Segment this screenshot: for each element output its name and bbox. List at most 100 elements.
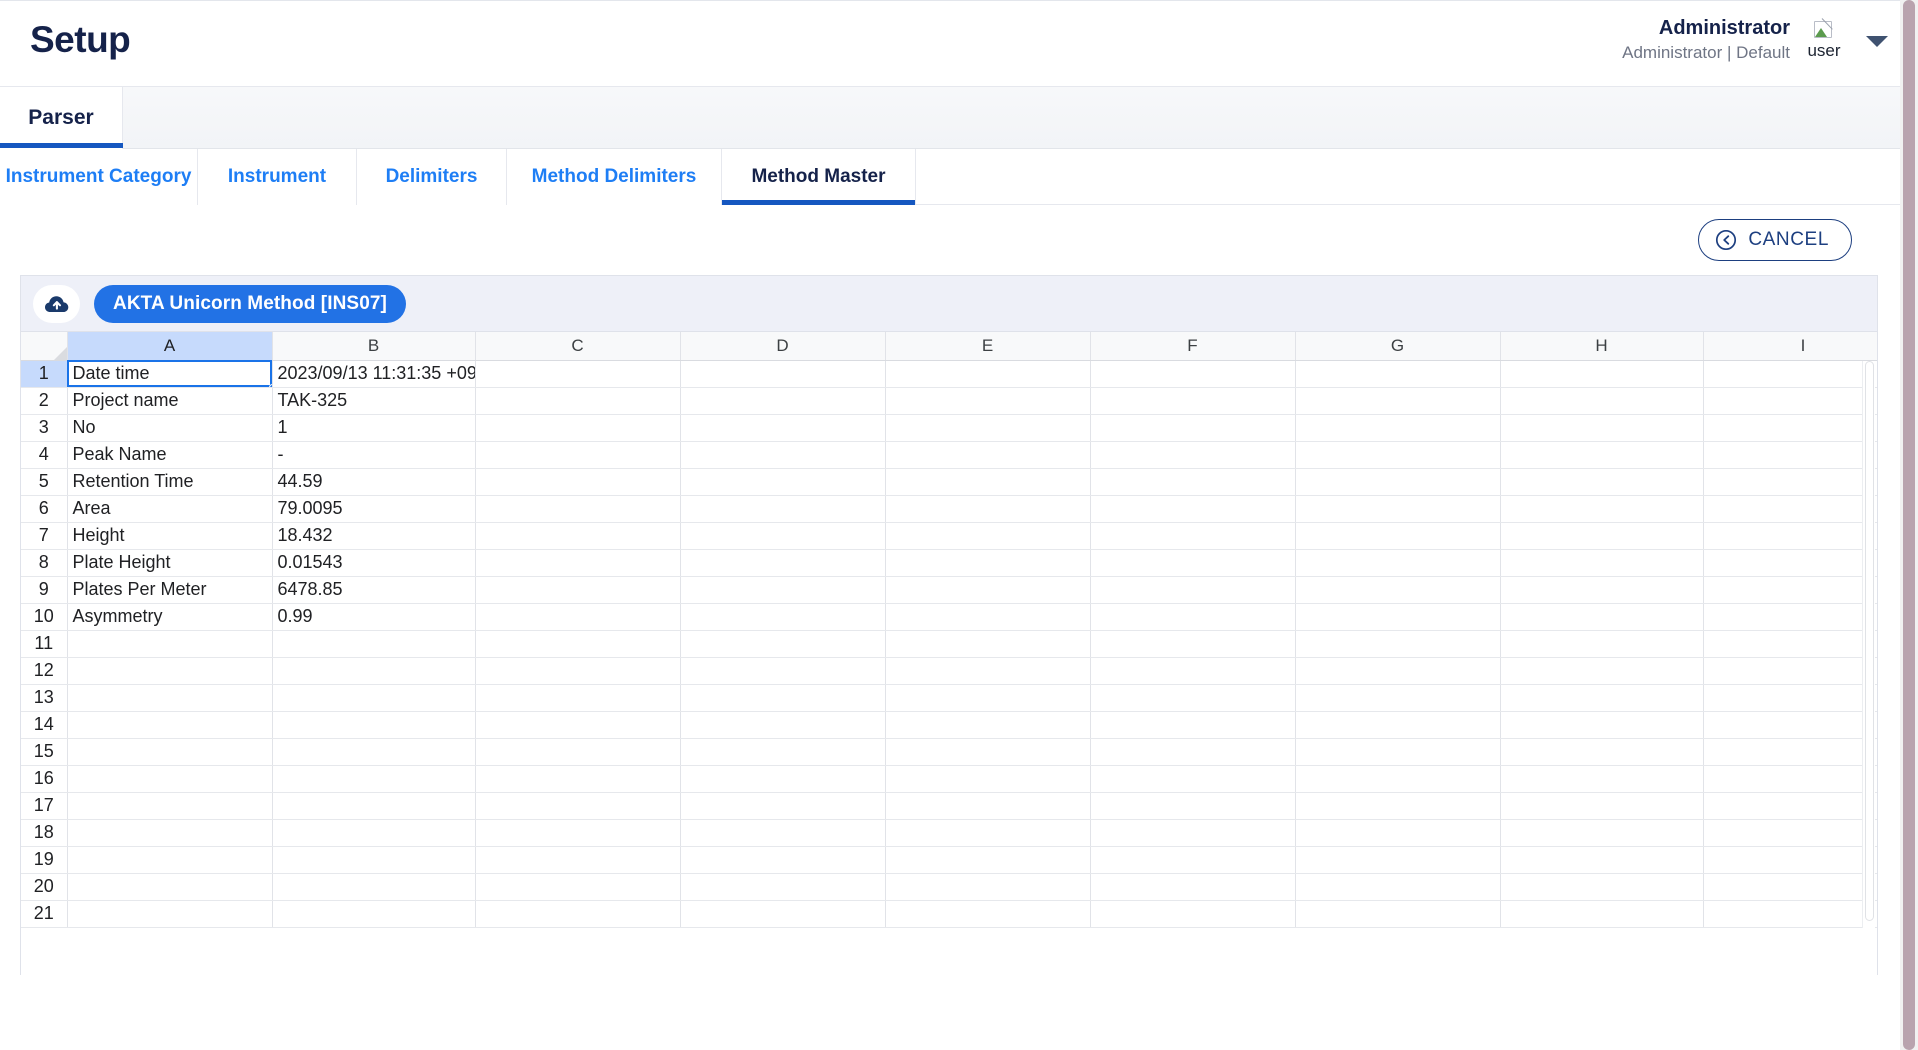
cell-H4[interactable] bbox=[1500, 441, 1704, 469]
row-header-20[interactable]: 20 bbox=[21, 873, 68, 901]
cell-E21[interactable] bbox=[885, 900, 1091, 928]
cell-A20[interactable] bbox=[67, 873, 273, 901]
select-all-corner[interactable] bbox=[21, 332, 68, 361]
cell-G1[interactable] bbox=[1295, 360, 1501, 388]
cell-G11[interactable] bbox=[1295, 630, 1501, 658]
cell-E5[interactable] bbox=[885, 468, 1091, 496]
cell-B15[interactable] bbox=[272, 738, 476, 766]
cell-B8[interactable]: 0.01543 bbox=[272, 549, 476, 577]
cell-G3[interactable] bbox=[1295, 414, 1501, 442]
cell-B10[interactable]: 0.99 bbox=[272, 603, 476, 631]
cell-C14[interactable] bbox=[475, 711, 681, 739]
cell-B11[interactable] bbox=[272, 630, 476, 658]
cell-C9[interactable] bbox=[475, 576, 681, 604]
cell-C17[interactable] bbox=[475, 792, 681, 820]
cell-D19[interactable] bbox=[680, 846, 886, 874]
cell-C16[interactable] bbox=[475, 765, 681, 793]
cell-A21[interactable] bbox=[67, 900, 273, 928]
cell-E20[interactable] bbox=[885, 873, 1091, 901]
cell-D15[interactable] bbox=[680, 738, 886, 766]
cell-H2[interactable] bbox=[1500, 387, 1704, 415]
cell-H3[interactable] bbox=[1500, 414, 1704, 442]
cell-A10[interactable]: Asymmetry bbox=[67, 603, 273, 631]
cell-G7[interactable] bbox=[1295, 522, 1501, 550]
cell-A17[interactable] bbox=[67, 792, 273, 820]
row-header-21[interactable]: 21 bbox=[21, 900, 68, 928]
fill-handle[interactable] bbox=[268, 383, 271, 386]
column-header-i[interactable]: I bbox=[1703, 332, 1877, 361]
cell-E1[interactable] bbox=[885, 360, 1091, 388]
cell-C5[interactable] bbox=[475, 468, 681, 496]
row-header-19[interactable]: 19 bbox=[21, 846, 68, 874]
cell-F11[interactable] bbox=[1090, 630, 1296, 658]
cell-C21[interactable] bbox=[475, 900, 681, 928]
cell-H8[interactable] bbox=[1500, 549, 1704, 577]
cell-E14[interactable] bbox=[885, 711, 1091, 739]
cell-H1[interactable] bbox=[1500, 360, 1704, 388]
cell-C15[interactable] bbox=[475, 738, 681, 766]
cell-E2[interactable] bbox=[885, 387, 1091, 415]
cell-B3[interactable]: 1 bbox=[272, 414, 476, 442]
cell-A13[interactable] bbox=[67, 684, 273, 712]
tab-instrument[interactable]: Instrument bbox=[198, 149, 357, 205]
cell-H21[interactable] bbox=[1500, 900, 1704, 928]
cell-H5[interactable] bbox=[1500, 468, 1704, 496]
cell-H7[interactable] bbox=[1500, 522, 1704, 550]
row-header-4[interactable]: 4 bbox=[21, 441, 68, 469]
cell-A14[interactable] bbox=[67, 711, 273, 739]
cell-C6[interactable] bbox=[475, 495, 681, 523]
row-header-9[interactable]: 9 bbox=[21, 576, 68, 604]
cell-I6[interactable] bbox=[1703, 495, 1877, 523]
row-header-10[interactable]: 10 bbox=[21, 603, 68, 631]
cell-I5[interactable] bbox=[1703, 468, 1877, 496]
grid-scrollbar-thumb[interactable] bbox=[1865, 361, 1874, 921]
cell-B20[interactable] bbox=[272, 873, 476, 901]
cell-I1[interactable] bbox=[1703, 360, 1877, 388]
column-header-d[interactable]: D bbox=[680, 332, 886, 361]
cell-G18[interactable] bbox=[1295, 819, 1501, 847]
cell-E13[interactable] bbox=[885, 684, 1091, 712]
cell-A5[interactable]: Retention Time bbox=[67, 468, 273, 496]
cell-D20[interactable] bbox=[680, 873, 886, 901]
cell-A9[interactable]: Plates Per Meter bbox=[67, 576, 273, 604]
cell-H14[interactable] bbox=[1500, 711, 1704, 739]
cell-D9[interactable] bbox=[680, 576, 886, 604]
cell-H9[interactable] bbox=[1500, 576, 1704, 604]
cell-I18[interactable] bbox=[1703, 819, 1877, 847]
cell-E19[interactable] bbox=[885, 846, 1091, 874]
cell-A1[interactable]: Date time bbox=[67, 360, 273, 388]
cell-H12[interactable] bbox=[1500, 657, 1704, 685]
cell-F13[interactable] bbox=[1090, 684, 1296, 712]
cell-D10[interactable] bbox=[680, 603, 886, 631]
cell-D12[interactable] bbox=[680, 657, 886, 685]
cell-E18[interactable] bbox=[885, 819, 1091, 847]
cell-H17[interactable] bbox=[1500, 792, 1704, 820]
cell-I9[interactable] bbox=[1703, 576, 1877, 604]
cell-E15[interactable] bbox=[885, 738, 1091, 766]
row-header-5[interactable]: 5 bbox=[21, 468, 68, 496]
avatar[interactable]: user bbox=[1793, 18, 1855, 61]
tab-method-master[interactable]: Method Master bbox=[722, 149, 916, 205]
cell-G10[interactable] bbox=[1295, 603, 1501, 631]
cell-A3[interactable]: No bbox=[67, 414, 273, 442]
cell-G9[interactable] bbox=[1295, 576, 1501, 604]
cell-F16[interactable] bbox=[1090, 765, 1296, 793]
cell-G2[interactable] bbox=[1295, 387, 1501, 415]
cell-F20[interactable] bbox=[1090, 873, 1296, 901]
cell-E3[interactable] bbox=[885, 414, 1091, 442]
cell-G15[interactable] bbox=[1295, 738, 1501, 766]
grid-vertical-scrollbar[interactable] bbox=[1862, 361, 1875, 928]
cell-E12[interactable] bbox=[885, 657, 1091, 685]
row-header-14[interactable]: 14 bbox=[21, 711, 68, 739]
cell-D14[interactable] bbox=[680, 711, 886, 739]
cell-C19[interactable] bbox=[475, 846, 681, 874]
row-header-8[interactable]: 8 bbox=[21, 549, 68, 577]
cell-H20[interactable] bbox=[1500, 873, 1704, 901]
cell-C18[interactable] bbox=[475, 819, 681, 847]
cell-B16[interactable] bbox=[272, 765, 476, 793]
cell-G19[interactable] bbox=[1295, 846, 1501, 874]
cell-B2[interactable]: TAK-325 bbox=[272, 387, 476, 415]
cell-I14[interactable] bbox=[1703, 711, 1877, 739]
cell-A18[interactable] bbox=[67, 819, 273, 847]
cell-D13[interactable] bbox=[680, 684, 886, 712]
